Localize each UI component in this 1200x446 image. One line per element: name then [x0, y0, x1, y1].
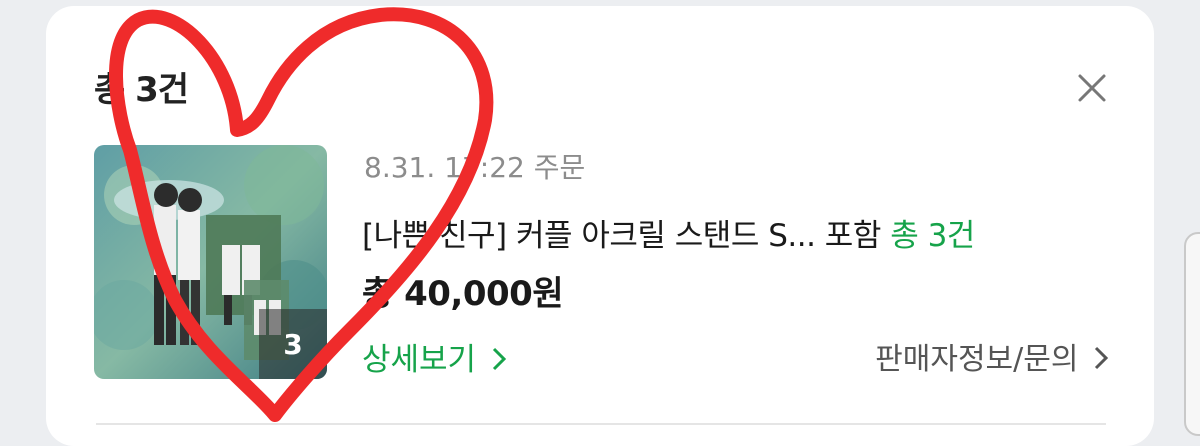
- close-icon: [1078, 74, 1106, 102]
- product-line: [나쁜 친구] 커플 아크릴 스탠드 S... 포함 총 3건: [362, 210, 975, 255]
- chevron-right-icon: [492, 347, 507, 371]
- seller-info-label: 판매자정보/문의: [875, 342, 1079, 377]
- detail-link-label: 상세보기: [362, 342, 477, 378]
- seller-info-link[interactable]: 판매자정보/문의: [875, 334, 1110, 378]
- order-summary-title: 총 3건: [94, 70, 189, 110]
- close-button[interactable]: [1074, 70, 1110, 106]
- order-date: 8.31. 17:22 주문: [364, 151, 586, 184]
- product-name: [나쁜 친구] 커플 아크릴 스탠드 S...: [362, 218, 816, 254]
- item-count-badge: 3: [259, 309, 327, 379]
- detail-link[interactable]: 상세보기: [362, 334, 508, 379]
- total-price: 총 40,000원: [362, 274, 564, 314]
- divider: [96, 423, 1106, 425]
- include-label: 포함: [824, 218, 882, 254]
- chevron-right-icon: [1094, 346, 1109, 370]
- scroll-handle[interactable]: [1184, 232, 1200, 436]
- item-count-label: 총 3건: [890, 218, 975, 254]
- product-thumbnail[interactable]: 3: [94, 145, 327, 379]
